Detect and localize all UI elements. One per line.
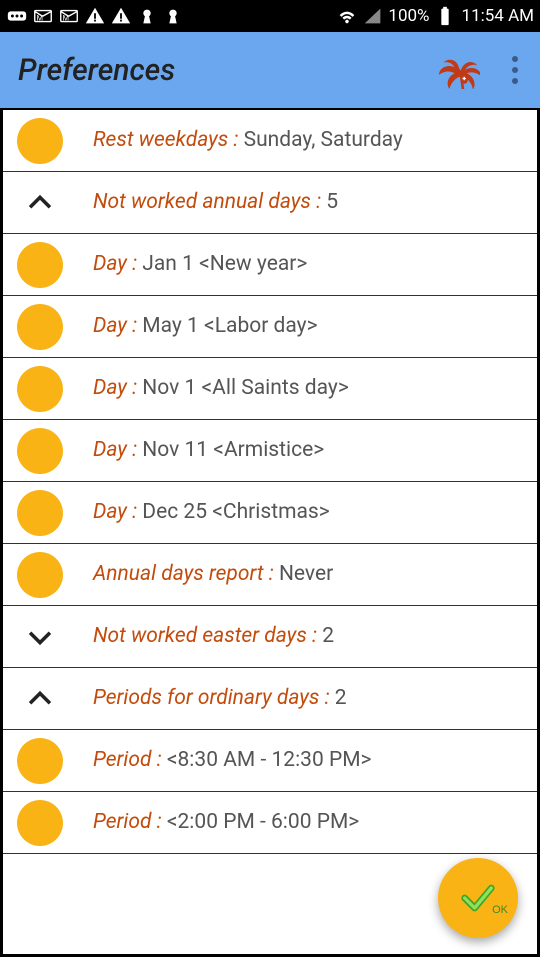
more-icon [6, 5, 28, 27]
warning-icon [84, 5, 106, 27]
overflow-menu-icon[interactable] [508, 56, 522, 84]
bullet-icon [17, 800, 63, 846]
row-value: May 1 <Labor day> [142, 314, 317, 338]
keyhole-icon [162, 5, 184, 27]
chevron-up-icon [17, 676, 63, 722]
battery-icon [434, 5, 456, 27]
bullet-icon [17, 304, 63, 350]
pref-group-periods[interactable]: Periods for ordinary days : 2 [3, 668, 537, 730]
palm-tree-icon[interactable] [438, 47, 480, 93]
ok-fab[interactable]: OK [438, 858, 518, 938]
app-bar: Preferences [0, 32, 540, 110]
warning-icon [110, 5, 132, 27]
pref-group-easter-days[interactable]: Not worked easter days : 2 [3, 606, 537, 668]
pref-rest-weekdays[interactable]: Rest weekdays : Sunday, Saturday [3, 110, 537, 172]
bullet-icon [17, 738, 63, 784]
pref-day-item[interactable]: Day : Nov 11 <Armistice> [3, 420, 537, 482]
row-value: Dec 25 <Christmas> [142, 500, 329, 524]
row-label: Day : [93, 500, 142, 524]
pref-day-item[interactable]: Day : Nov 1 <All Saints day> [3, 358, 537, 420]
row-label: Day : [93, 314, 142, 338]
row-value: Nov 1 <All Saints day> [142, 376, 349, 400]
svg-text:M: M [37, 14, 43, 23]
bullet-icon [17, 242, 63, 288]
wifi-icon [336, 5, 358, 27]
preferences-list: Rest weekdays : Sunday, Saturday Not wor… [0, 110, 540, 957]
pref-day-item[interactable]: Day : Jan 1 <New year> [3, 234, 537, 296]
row-value: <2:00 PM - 6:00 PM> [167, 810, 359, 834]
pref-day-item[interactable]: Day : Dec 25 <Christmas> [3, 482, 537, 544]
mail-icon: M [32, 5, 54, 27]
row-value: <8:30 AM - 12:30 PM> [167, 748, 372, 772]
row-value: 2 [335, 686, 347, 710]
battery-text: 100% [388, 6, 429, 26]
bullet-icon [17, 366, 63, 412]
row-label: Annual days report : [93, 562, 279, 586]
chevron-down-icon [17, 614, 63, 660]
keyhole-icon [136, 5, 158, 27]
clock-text: 11:54 AM [462, 6, 534, 26]
pref-period-item[interactable]: Period : <8:30 AM - 12:30 PM> [3, 730, 537, 792]
row-label: Day : [93, 438, 142, 462]
row-label: Day : [93, 252, 142, 276]
row-value: Jan 1 <New year> [142, 252, 307, 276]
row-value: Never [279, 562, 333, 586]
signal-icon [362, 5, 384, 27]
status-bar: M M 100% 11:54 AM [0, 0, 540, 32]
row-label: Not worked annual days : [93, 190, 326, 214]
page-title: Preferences [18, 53, 175, 88]
chevron-up-icon [17, 180, 63, 226]
row-value: 2 [322, 624, 334, 648]
pref-period-item[interactable]: Period : <2:00 PM - 6:00 PM> [3, 792, 537, 854]
row-label: Not worked easter days : [93, 624, 322, 648]
pref-group-annual-days[interactable]: Not worked annual days : 5 [3, 172, 537, 234]
row-label: Day : [93, 376, 142, 400]
bullet-icon [17, 428, 63, 474]
svg-text:M: M [63, 14, 69, 23]
row-label: Periods for ordinary days : [93, 686, 335, 710]
row-value: Nov 11 <Armistice> [142, 438, 324, 462]
fab-label: OK [492, 904, 508, 916]
pref-annual-report[interactable]: Annual days report : Never [3, 544, 537, 606]
row-label: Period : [93, 748, 167, 772]
row-label: Period : [93, 810, 167, 834]
row-value: Sunday, Saturday [244, 128, 403, 152]
mail-icon: M [58, 5, 80, 27]
bullet-icon [17, 490, 63, 536]
bullet-icon [17, 118, 63, 164]
row-label: Rest weekdays : [93, 128, 244, 152]
bullet-icon [17, 552, 63, 598]
pref-day-item[interactable]: Day : May 1 <Labor day> [3, 296, 537, 358]
row-value: 5 [326, 190, 338, 214]
